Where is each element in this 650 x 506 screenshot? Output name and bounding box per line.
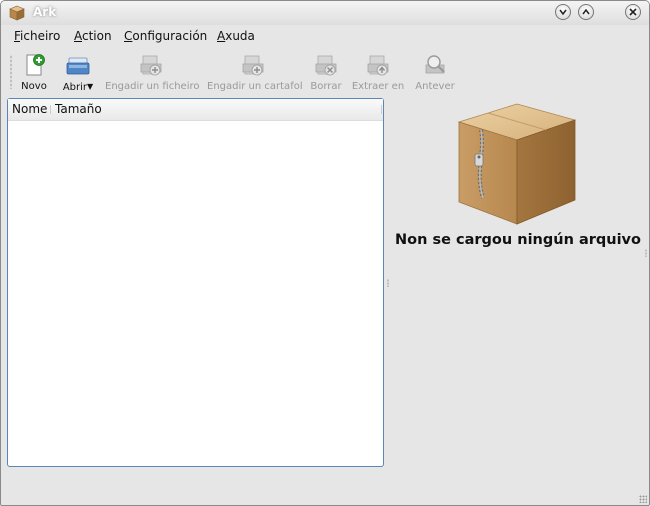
column-header-size[interactable]: Tamaño [55,102,102,116]
delete-button[interactable]: Borrar [307,53,345,93]
window-resize-grip[interactable] [639,495,647,503]
open-label: Abrir [62,82,88,93]
menu-file[interactable]: Ficheiro [13,28,61,44]
panel-splitter[interactable] [387,279,389,287]
add-file-label: Engadir un ficheiro [105,81,200,92]
title-bar[interactable]: Ark [1,1,649,25]
extract-label: Extraer en [351,81,405,92]
delete-icon [315,55,337,76]
add-file-icon [140,55,162,76]
column-divider[interactable] [50,105,51,114]
add-folder-button[interactable]: Engadir un cartafol [207,53,303,93]
close-icon [629,8,637,16]
open-archive-icon [66,57,90,75]
minimize-button[interactable] [555,4,571,20]
new-archive-icon [26,54,45,76]
new-label: Novo [21,81,47,92]
chevron-up-icon [582,8,590,15]
window-title: Ark [33,5,57,19]
preview-button[interactable]: Antever [413,53,457,93]
menu-help[interactable]: Axuda [216,28,256,44]
ark-package-icon [9,5,25,21]
dropdown-arrow-icon[interactable]: ▼ [87,82,93,91]
add-folder-icon [242,55,264,76]
add-folder-label: Engadir un cartafol [207,81,303,92]
column-divider[interactable] [381,105,382,114]
archive-box-icon [457,103,577,225]
add-file-button[interactable]: Engadir un ficheiro [105,53,200,93]
new-button[interactable]: Novo [17,53,51,93]
menu-action[interactable]: Action [73,28,113,44]
menu-settings[interactable]: Configuración [123,28,208,44]
toolbar-grip[interactable] [10,55,12,89]
archive-file-list[interactable]: Nome Tamaño [7,98,384,467]
ark-window: Ark Ficheiro Action Configuración Axuda [0,0,650,506]
open-button[interactable]: Abrir▼ [61,53,95,94]
side-panel-handle[interactable] [645,249,647,257]
main-toolbar: Novo Abrir▼ Engadir un ficheiro Engadir … [1,51,649,93]
column-header-name[interactable]: Nome [12,102,47,116]
preview-icon [425,55,445,74]
chevron-down-icon [559,9,567,16]
extract-button[interactable]: Extraer en [351,53,405,93]
close-button[interactable] [625,4,641,20]
info-panel: Non se cargou ningún arquivo [393,98,643,468]
list-header: Nome Tamaño [8,99,383,121]
menu-bar: Ficheiro Action Configuración Axuda [1,27,649,47]
delete-label: Borrar [310,81,342,92]
extract-icon [367,55,389,76]
maximize-button[interactable] [578,4,594,20]
preview-label: Antever [415,81,455,92]
no-archive-message: Non se cargou ningún arquivo [395,232,641,248]
